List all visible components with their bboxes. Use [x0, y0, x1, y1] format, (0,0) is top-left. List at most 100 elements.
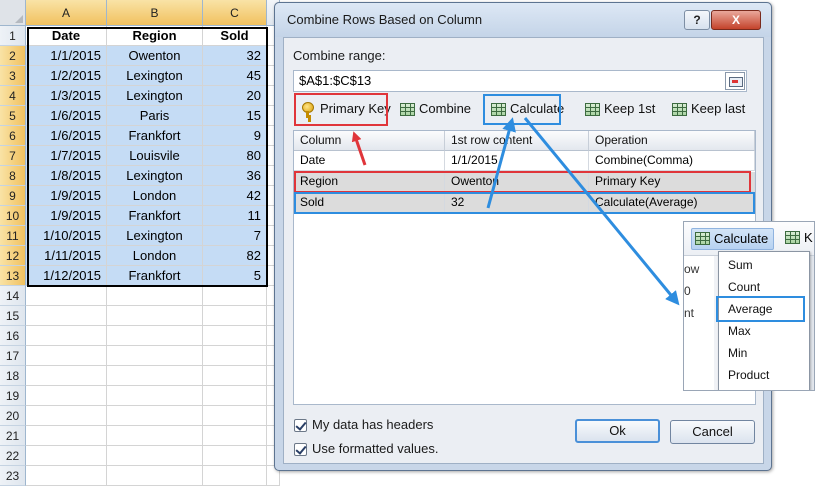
empty-cell[interactable] — [26, 426, 107, 446]
calculate-button[interactable]: Calculate — [488, 98, 564, 122]
row-header[interactable]: 9 — [0, 186, 26, 206]
use-formatted-values-checkbox[interactable] — [294, 443, 307, 456]
data-cell[interactable]: 1/9/2015 — [26, 186, 107, 206]
grid-cell[interactable]: Calculate(Average) — [589, 193, 755, 213]
empty-cell[interactable] — [203, 286, 267, 306]
data-cell[interactable]: Lexington — [107, 226, 203, 246]
row-header[interactable]: 4 — [0, 86, 26, 106]
primary-key-button[interactable]: Primary Key — [298, 98, 391, 122]
empty-cell[interactable] — [26, 306, 107, 326]
row-header[interactable]: 21 — [0, 426, 26, 446]
grid-row[interactable]: Date 1/1/2015 Combine(Comma) — [294, 151, 755, 171]
header-cell[interactable]: Region — [107, 26, 203, 46]
row-header[interactable]: 1 — [0, 26, 26, 46]
data-cell[interactable]: 1/2/2015 — [26, 66, 107, 86]
grid-cell[interactable]: 32 — [445, 193, 589, 213]
data-cell[interactable]: 1/1/2015 — [26, 46, 107, 66]
empty-cell[interactable] — [26, 446, 107, 466]
keep-last-button[interactable]: Keep last — [669, 98, 745, 122]
data-cell[interactable]: 1/3/2015 — [26, 86, 107, 106]
row-header[interactable]: 22 — [0, 446, 26, 466]
row-header[interactable]: 17 — [0, 346, 26, 366]
data-cell[interactable]: Frankfort — [107, 206, 203, 226]
data-cell[interactable]: Lexington — [107, 86, 203, 106]
row-header[interactable]: 12 — [0, 246, 26, 266]
grid-cell[interactable]: Region — [294, 172, 445, 192]
data-cell[interactable]: 20 — [203, 86, 267, 106]
data-cell[interactable]: 1/12/2015 — [26, 266, 107, 286]
data-cell[interactable]: London — [107, 246, 203, 266]
empty-cell[interactable] — [203, 306, 267, 326]
row-header[interactable]: 3 — [0, 66, 26, 86]
menu-item-max[interactable]: Max — [719, 320, 809, 342]
row-header[interactable]: 13 — [0, 266, 26, 286]
menu-item-average[interactable]: Average — [719, 298, 809, 320]
combine-range-input[interactable]: $A$1:$C$13 — [293, 70, 747, 92]
data-cell[interactable]: 1/7/2015 — [26, 146, 107, 166]
empty-cell[interactable] — [203, 446, 267, 466]
data-cell[interactable]: London — [107, 186, 203, 206]
row-header[interactable]: 18 — [0, 366, 26, 386]
row-header[interactable]: 23 — [0, 466, 26, 486]
row-header[interactable]: 7 — [0, 146, 26, 166]
data-cell[interactable]: 36 — [203, 166, 267, 186]
data-cell[interactable]: Louisvile — [107, 146, 203, 166]
grid-row[interactable]: Sold 32 Calculate(Average) — [294, 193, 755, 213]
data-cell[interactable]: 11 — [203, 206, 267, 226]
empty-cell[interactable] — [203, 426, 267, 446]
row-header[interactable]: 5 — [0, 106, 26, 126]
popup-keep-button-partial[interactable]: K — [782, 228, 813, 250]
my-data-has-headers-checkbox[interactable] — [294, 419, 307, 432]
grid-header-operation[interactable]: Operation — [589, 131, 755, 151]
empty-cell[interactable] — [107, 326, 203, 346]
data-cell[interactable]: Paris — [107, 106, 203, 126]
empty-cell[interactable] — [26, 386, 107, 406]
grid-cell[interactable]: Owenton — [445, 172, 589, 192]
data-cell[interactable]: Lexington — [107, 66, 203, 86]
keep-first-button[interactable]: Keep 1st — [582, 98, 655, 122]
empty-cell[interactable] — [107, 466, 203, 486]
row-header[interactable]: 6 — [0, 126, 26, 146]
menu-item-product[interactable]: Product — [719, 364, 809, 386]
data-cell[interactable]: 1/6/2015 — [26, 106, 107, 126]
menu-item-min[interactable]: Min — [719, 342, 809, 364]
column-header-b[interactable]: B — [107, 0, 203, 26]
cancel-button[interactable]: Cancel — [670, 420, 755, 444]
grid-cell[interactable]: 1/1/2015 — [445, 151, 589, 171]
menu-item-count[interactable]: Count — [719, 276, 809, 298]
data-cell[interactable]: 1/9/2015 — [26, 206, 107, 226]
data-cell[interactable]: 42 — [203, 186, 267, 206]
data-cell[interactable]: 7 — [203, 226, 267, 246]
empty-cell[interactable] — [107, 406, 203, 426]
data-cell[interactable]: 82 — [203, 246, 267, 266]
empty-cell[interactable] — [26, 366, 107, 386]
data-cell[interactable]: Lexington — [107, 166, 203, 186]
data-cell[interactable]: Frankfort — [107, 266, 203, 286]
row-header[interactable]: 8 — [0, 166, 26, 186]
column-header-a[interactable]: A — [26, 0, 107, 26]
empty-cell[interactable] — [107, 286, 203, 306]
data-cell[interactable]: 1/11/2015 — [26, 246, 107, 266]
grid-cell[interactable]: Date — [294, 151, 445, 171]
row-header[interactable]: 14 — [0, 286, 26, 306]
empty-cell[interactable] — [107, 346, 203, 366]
empty-cell[interactable] — [26, 286, 107, 306]
data-cell[interactable]: 15 — [203, 106, 267, 126]
close-button[interactable]: X — [711, 10, 761, 30]
data-cell[interactable]: Owenton — [107, 46, 203, 66]
empty-cell[interactable] — [203, 346, 267, 366]
row-header[interactable]: 20 — [0, 406, 26, 426]
header-cell[interactable]: Sold — [203, 26, 267, 46]
empty-cell[interactable] — [203, 386, 267, 406]
empty-cell[interactable] — [107, 366, 203, 386]
row-header[interactable]: 10 — [0, 206, 26, 226]
popup-calculate-button[interactable]: Calculate — [691, 228, 775, 250]
data-cell[interactable]: 80 — [203, 146, 267, 166]
data-cell[interactable]: 5 — [203, 266, 267, 286]
data-cell[interactable]: 9 — [203, 126, 267, 146]
empty-cell[interactable] — [107, 386, 203, 406]
row-header[interactable]: 2 — [0, 46, 26, 66]
grid-cell[interactable]: Combine(Comma) — [589, 151, 755, 171]
empty-cell[interactable] — [107, 426, 203, 446]
empty-cell[interactable] — [26, 466, 107, 486]
